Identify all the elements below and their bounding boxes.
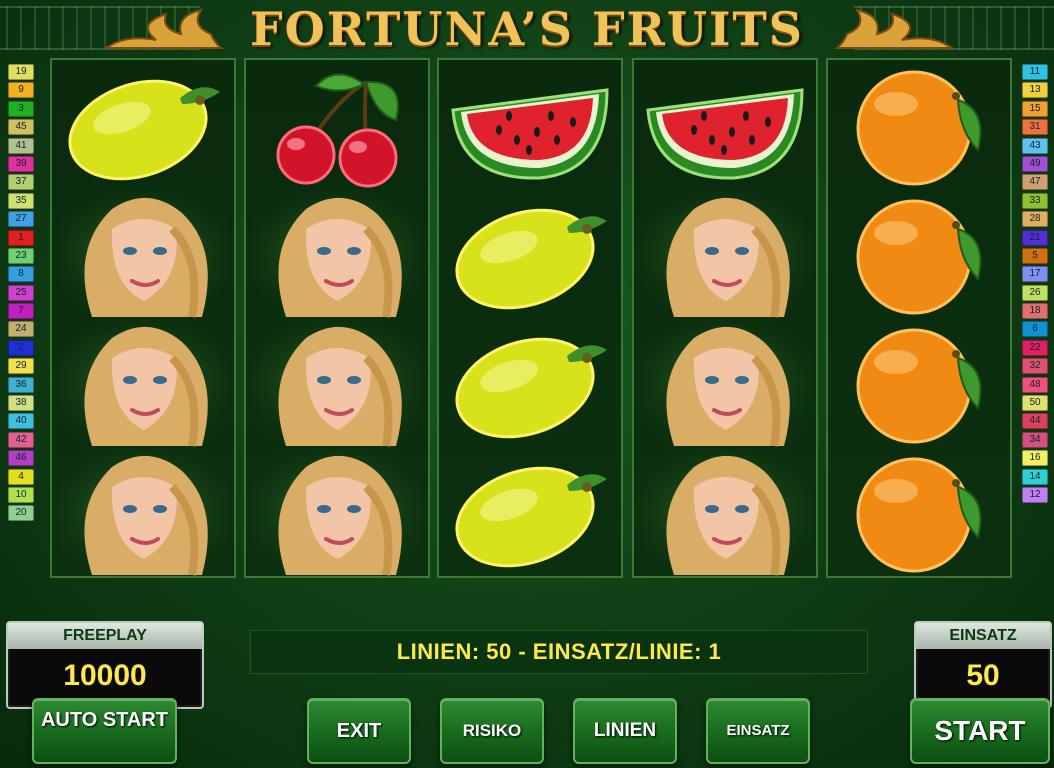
payline-number-left-42: 42 [8, 431, 34, 448]
payline-number-right-12: 12 [1022, 486, 1048, 503]
payline-number-left-45: 45 [8, 119, 34, 136]
orange-symbol-icon [828, 189, 1010, 318]
woman-symbol-icon [634, 447, 816, 576]
payline-number-left-27: 27 [8, 211, 34, 228]
freeplay-display: FREEPLAY 10000 [6, 621, 204, 709]
payline-number-left-37: 37 [8, 174, 34, 191]
payline-number-left-25: 25 [8, 284, 34, 301]
payline-number-right-48: 48 [1022, 376, 1048, 393]
exit-button[interactable]: EXIT [307, 698, 411, 764]
freeplay-label: FREEPLAY [8, 623, 202, 649]
payline-number-left-8: 8 [8, 266, 34, 283]
payline-number-right-18: 18 [1022, 303, 1048, 320]
payline-number-right-17: 17 [1022, 266, 1048, 283]
watermelon-symbol-icon [634, 60, 816, 189]
payline-number-right-26: 26 [1022, 284, 1048, 301]
payline-number-left-41: 41 [8, 137, 34, 154]
lemon-symbol-icon [439, 318, 621, 447]
payline-number-right-31: 31 [1022, 119, 1048, 136]
woman-symbol-icon [52, 189, 234, 318]
payline-number-right-34: 34 [1022, 431, 1048, 448]
payline-number-left-24: 24 [8, 321, 34, 338]
orange-symbol-icon [828, 318, 1010, 447]
header: FORTUNA’S FRUITS [0, 0, 1054, 56]
payline-number-right-22: 22 [1022, 339, 1048, 356]
payline-number-right-21: 21 [1022, 229, 1048, 246]
payline-number-left-9: 9 [8, 82, 34, 99]
woman-symbol-icon [246, 318, 428, 447]
start-button[interactable]: START [910, 698, 1050, 764]
payline-number-right-50: 50 [1022, 395, 1048, 412]
freeplay-value: 10000 [63, 659, 147, 692]
payline-number-right-49: 49 [1022, 155, 1048, 172]
risiko-button[interactable]: RISIKO [440, 698, 544, 764]
payline-number-left-10: 10 [8, 486, 34, 503]
einsatz-button[interactable]: EINSATZ [706, 698, 810, 764]
lemon-symbol-icon [439, 447, 621, 576]
payline-number-left-4: 4 [8, 468, 34, 485]
payline-number-left-3: 3 [8, 100, 34, 117]
woman-symbol-icon [52, 318, 234, 447]
payline-number-right-47: 47 [1022, 174, 1048, 191]
woman-symbol-icon [634, 189, 816, 318]
payline-number-left-36: 36 [8, 376, 34, 393]
watermelon-symbol-icon [439, 60, 621, 189]
payline-number-left-38: 38 [8, 395, 34, 412]
payline-number-left-2: 2 [8, 339, 34, 356]
payline-numbers-right: 11 13 15 31 43 49 47 33 28 21 5 17 26 18 6 22 32 48 50 44 34… [1022, 64, 1048, 505]
bet-value: 50 [966, 659, 1000, 692]
linien-button[interactable]: LINIEN [573, 698, 677, 764]
payline-number-right-14: 14 [1022, 468, 1048, 485]
payline-number-right-15: 15 [1022, 100, 1048, 117]
orange-symbol-icon [828, 60, 1010, 189]
payline-number-left-1: 1 [8, 229, 34, 246]
reel-5 [826, 58, 1012, 578]
lemon-symbol-icon [439, 189, 621, 318]
woman-symbol-icon [246, 189, 428, 318]
payline-numbers-left: 19 9 3 45 41 39 37 35 27 1 23 8 25 7 24 2 29 36 38 40 42 46 4 1… [8, 64, 34, 524]
woman-symbol-icon [246, 447, 428, 576]
lemon-symbol-icon [52, 60, 234, 189]
slot-machine-screen: FORTUNA’S FRUITS 19 9 3 45 41 39 37 35 27 1 23 8 25 7… [0, 0, 1054, 768]
payline-number-right-13: 13 [1022, 82, 1048, 99]
payline-number-right-11: 11 [1022, 64, 1048, 80]
reel-2 [244, 58, 430, 578]
payline-number-left-20: 20 [8, 505, 34, 522]
payline-number-left-40: 40 [8, 413, 34, 430]
payline-number-right-44: 44 [1022, 413, 1048, 430]
payline-number-left-29: 29 [8, 358, 34, 375]
payline-number-right-33: 33 [1022, 192, 1048, 209]
reel-1 [50, 58, 236, 578]
payline-number-left-39: 39 [8, 155, 34, 172]
payline-number-left-7: 7 [8, 303, 34, 320]
orange-symbol-icon [828, 447, 1010, 576]
payline-number-right-32: 32 [1022, 358, 1048, 375]
payline-number-right-6: 6 [1022, 321, 1048, 338]
auto-start-button[interactable]: AUTO START [32, 698, 177, 764]
bet-display: EINSATZ 50 [914, 621, 1052, 709]
reel-3 [437, 58, 623, 578]
bet-label: EINSATZ [916, 623, 1050, 649]
woman-symbol-icon [634, 318, 816, 447]
payline-number-left-46: 46 [8, 450, 34, 467]
woman-symbol-icon [52, 447, 234, 576]
payline-number-right-16: 16 [1022, 450, 1048, 467]
payline-number-left-35: 35 [8, 192, 34, 209]
payline-number-right-5: 5 [1022, 247, 1048, 264]
reel-4 [632, 58, 818, 578]
payline-number-left-19: 19 [8, 64, 34, 80]
game-title: FORTUNA’S FRUITS [250, 2, 804, 56]
payline-number-right-43: 43 [1022, 137, 1048, 154]
cherry-symbol-icon [246, 60, 428, 189]
payline-number-right-28: 28 [1022, 211, 1048, 228]
payline-number-left-23: 23 [8, 247, 34, 264]
bet-status-bar: LINIEN: 50 - EINSATZ/LINIE: 1 [250, 630, 868, 674]
